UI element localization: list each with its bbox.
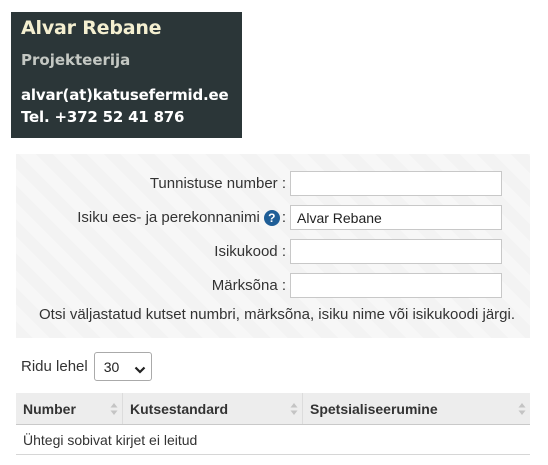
search-panel: Tunnistuse number : Isiku ees- ja pereko…: [16, 154, 530, 338]
keyword-row: Märksõna :: [212, 272, 502, 299]
column-header-label: Kutsestandard: [130, 400, 229, 417]
empty-message: Ühtegi sobivat kirjet ei leitud: [16, 425, 530, 455]
sort-icon: [290, 402, 298, 419]
contact-email: alvar(at)katusefermid.ee: [21, 86, 229, 104]
rows-per-page: Ridu lehel 30: [21, 352, 152, 381]
contact-card: Alvar Rebane Projekteerija alvar(at)katu…: [11, 12, 242, 138]
rows-per-page-value: 30: [103, 358, 120, 375]
contact-phone: Tel. +372 52 41 876: [21, 108, 185, 126]
contact-name: Alvar Rebane: [21, 17, 162, 39]
search-hint: Otsi väljastatud kutset numbri, märksõna…: [39, 306, 516, 323]
person-name-colon: :: [281, 209, 286, 226]
help-icon[interactable]: ?: [263, 209, 280, 226]
keyword-input[interactable]: [290, 273, 502, 298]
certificate-number-label: Tunnistuse number :: [149, 175, 286, 192]
person-name-input[interactable]: [290, 205, 502, 230]
personal-code-input[interactable]: [290, 239, 502, 264]
chevron-down-icon: [134, 362, 146, 378]
certificate-number-input[interactable]: [290, 171, 502, 196]
table-body: Ühtegi sobivat kirjet ei leitud: [16, 425, 530, 455]
results-table: Number Kutsestandard Spetsialiseerumine …: [16, 393, 530, 455]
person-name-label: Isiku ees- ja perekonnanimi: [77, 209, 260, 226]
personal-code-label: Isikukood :: [214, 243, 286, 260]
rows-per-page-select[interactable]: 30: [93, 352, 152, 381]
sort-icon: [110, 402, 118, 419]
person-name-row: Isiku ees- ja perekonnanimi ? :: [77, 204, 502, 231]
table-header: Number Kutsestandard Spetsialiseerumine: [16, 393, 530, 425]
rows-per-page-label: Ridu lehel: [21, 358, 88, 375]
column-header-label: Number: [23, 400, 76, 417]
column-header-standard[interactable]: Kutsestandard: [123, 393, 303, 424]
column-header-specialisation[interactable]: Spetsialiseerumine: [303, 393, 530, 424]
certificate-number-row: Tunnistuse number :: [150, 170, 502, 197]
personal-code-row: Isikukood :: [214, 238, 502, 265]
column-header-label: Spetsialiseerumine: [310, 400, 438, 417]
contact-role: Projekteerija: [21, 51, 131, 69]
keyword-label: Märksõna :: [211, 277, 286, 294]
sort-icon: [518, 402, 526, 419]
column-header-number[interactable]: Number: [16, 393, 123, 424]
